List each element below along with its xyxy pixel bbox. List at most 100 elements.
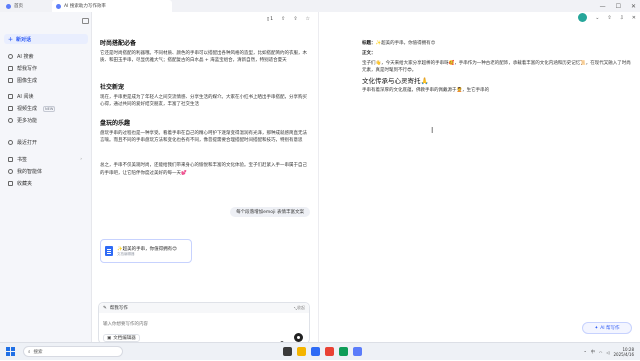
avatar[interactable] (578, 13, 588, 22)
bookmark-icon (8, 157, 13, 162)
composer-mode-label: 帮我写作 (109, 306, 128, 311)
ime-indicator[interactable]: 中 (591, 349, 595, 355)
plus-icon: ＋ (8, 36, 14, 43)
answer-closing: 总之，手串不仅美观时尚，还能给我们带来身心的愉悦和丰富的文化体验。宝子们赶紧入手… (100, 162, 308, 177)
body-label: 正文： (362, 51, 376, 57)
composer: ✎ 帮我写作 ⤡ 收起 ▣ 文档编辑器 (98, 302, 310, 348)
sidebar-item-bookmarks[interactable]: 书签 › (4, 155, 88, 164)
title-bar: 首页 AI 搜索助力写作效率 — ☐ ✕ (0, 0, 640, 12)
search-icon: ⌕ (28, 349, 31, 355)
sidebar-item-label: 帮我写作 (17, 66, 38, 72)
doc-count-button[interactable]: ▯ 1 (267, 17, 273, 22)
video-icon (8, 106, 13, 111)
sidebar-item-recent[interactable]: 最近打开 (4, 138, 88, 147)
app-logo-icon (6, 3, 11, 9)
sidebar-item-label: 我的智能体 (17, 169, 43, 175)
doc-paragraph: 手串有着深厚的文化底蕴，佛教手串的佩戴源于💆，生它手串的 (362, 88, 490, 94)
volume-icon[interactable]: ◁ (606, 350, 609, 355)
sidebar-item-writing[interactable]: 帮我写作 (4, 64, 88, 73)
doc-count: 1 (270, 16, 274, 22)
sidebar-item-label: AI 阅读 (17, 94, 34, 100)
ai-app-icon[interactable] (353, 347, 362, 356)
maximize-icon[interactable]: ☐ (616, 3, 621, 10)
sidebar-item-ai-reading[interactable]: AI 阅读 (4, 92, 88, 101)
document-icon: ▯ (266, 16, 270, 22)
active-tab[interactable]: AI 搜索助力写作效率 (52, 0, 172, 12)
sidebar-item-image-gen[interactable]: 图像生成 (4, 76, 88, 85)
app-window: 首页 AI 搜索助力写作效率 — ☐ ✕ ＋ 新对话 AI 搜索 帮我写作 图像… (0, 0, 640, 348)
clock[interactable]: 10:28 2025/4/16 (613, 347, 634, 357)
sidebar-item-more[interactable]: 更多功能 (4, 116, 88, 125)
collapse-button[interactable]: ⤡ 收起 (294, 303, 305, 313)
sidebar-item-video-gen[interactable]: 视频生成 NEW (4, 104, 88, 113)
collapse-label: 收起 (297, 305, 305, 310)
browser-icon[interactable] (311, 347, 320, 356)
chat-panel: ▯ 1 ⇧ ⇪ ☆ 时尚搭配必备 它还是时尚搭配的利器哦。不同材质、颜色的手串可… (92, 12, 318, 348)
sidebar-item-label: 更多功能 (17, 118, 38, 124)
upload-icon[interactable]: ⇧ (607, 15, 611, 21)
document-card[interactable]: ✨超美的手串，你值得拥有😍 文档编辑器 (100, 239, 192, 263)
chevron-right-icon[interactable]: › (80, 157, 82, 162)
search-icon (8, 54, 13, 59)
section-title: 社交新宠 (100, 84, 125, 91)
close-panel-icon[interactable]: ✕ (632, 15, 636, 21)
sidebar-item-my-agents[interactable]: 我的智能体 (4, 167, 88, 176)
file-explorer-icon[interactable] (297, 347, 306, 356)
section-body: 它还是时尚搭配的利器哦。不同材质、颜色的手串可以搭配出各种风格的造型，比如搭配简… (100, 50, 307, 64)
send-button[interactable] (294, 333, 303, 342)
windows-start-icon[interactable] (6, 347, 15, 356)
sidebar-item-label: 图像生成 (17, 78, 38, 84)
answer-section: 时尚搭配必备 它还是时尚搭配的利器哦。不同材质、颜色的手串可以搭配出各种风格的造… (100, 40, 308, 65)
closing-text: 总之，手串不仅美观时尚，还能给我们带来身心的愉悦和丰富的文化体验。宝子们赶紧入手… (100, 163, 307, 176)
window-controls: — ☐ ✕ (600, 0, 636, 12)
taskbar-search-label: 搜索 (33, 349, 43, 355)
share-icon[interactable]: ⇪ (293, 16, 297, 22)
new-chat-label: 新对话 (16, 36, 32, 43)
download-icon[interactable]: ⇩ (620, 15, 624, 21)
app-icon[interactable] (325, 347, 334, 356)
sidebar-item-label: 收藏夹 (17, 181, 33, 187)
document-body[interactable]: 标题：✨超美的手串，你值得拥有😍 正文： 宝子们👋，今天来给大家分享超棒的手串呀… (362, 40, 632, 94)
pinned-apps (283, 347, 362, 356)
doc-editor-pill[interactable]: ▣ 文档编辑器 (103, 334, 140, 342)
composer-mode-bar: ✎ 帮我写作 ⤡ 收起 (99, 303, 309, 313)
composer-footer: ▣ 文档编辑器 (103, 334, 140, 342)
task-view-icon[interactable] (283, 347, 292, 356)
sidebar-item-favorites[interactable]: 收藏夹 (4, 179, 88, 188)
section-title: 时尚搭配必备 (100, 40, 137, 47)
title-label: 标题： (362, 41, 376, 46)
active-tab-label: AI 搜索助力写作效率 (64, 4, 106, 9)
section-body: 现在，手串更是成为了年轻人之间交流情感、分享生活的媒介。大家在小红书上晒出手串搭… (100, 94, 307, 108)
writing-mode-icon: ✎ (103, 305, 107, 311)
answer-section: 盘玩的乐趣 盘玩手串的过程也是一种享受。看着手串在自己的精心呵护下逐渐变得温润有… (100, 120, 308, 145)
wifi-icon[interactable]: ◠ (599, 350, 603, 355)
sidebar-toggle-icon[interactable] (82, 18, 89, 24)
taskbar-search[interactable]: ⌕ 搜索 (23, 346, 123, 357)
ai-write-button[interactable]: ✦ AI 帮写作 (582, 322, 632, 334)
answer-section: 社交新宠 现在，手串更是成为了年轻人之间交流情感、分享生活的媒介。大家在小红书上… (100, 84, 308, 109)
book-icon (8, 94, 13, 99)
chevron-down-icon[interactable]: ⌄ (595, 15, 599, 21)
document-panel: ⌄ ⇧ ⇩ ✕ 标题：✨超美的手串，你值得拥有😍 正文： 宝子们👋，今天来给大家… (318, 12, 640, 342)
app-icon[interactable] (339, 347, 348, 356)
star-icon[interactable]: ☆ (306, 16, 310, 22)
clock-date: 2025/4/16 (613, 352, 634, 357)
close-icon[interactable]: ✕ (631, 3, 636, 10)
composer-input[interactable] (103, 320, 303, 328)
minimize-icon[interactable]: — (600, 3, 606, 10)
home-tab[interactable]: 首页 (2, 0, 27, 12)
text-cursor-icon: I (431, 126, 434, 135)
doc-intro: 宝子们👋，今天来给大家分享超棒的手串呀🥰，手串作为一种古老的配饰，承载着丰富的文… (362, 60, 631, 74)
bot-icon (8, 169, 13, 174)
upload-icon[interactable]: ⇧ (281, 16, 285, 22)
new-chat-button[interactable]: ＋ 新对话 (4, 34, 88, 44)
microphone-icon[interactable] (279, 334, 285, 348)
user-message-bubble: 每个段落增加emoji 表情丰富文案 (230, 207, 310, 217)
doc-card-subtitle: 文档编辑器 (117, 251, 135, 256)
chevron-up-icon[interactable]: ⌃ (584, 350, 587, 355)
editor-icon: ▣ (107, 335, 112, 341)
sidebar-item-label: 书签 (17, 157, 28, 163)
section-title: 盘玩的乐趣 (100, 120, 131, 127)
home-tab-label: 首页 (14, 4, 23, 9)
sidebar-item-ai-search[interactable]: AI 搜索 (4, 52, 88, 61)
